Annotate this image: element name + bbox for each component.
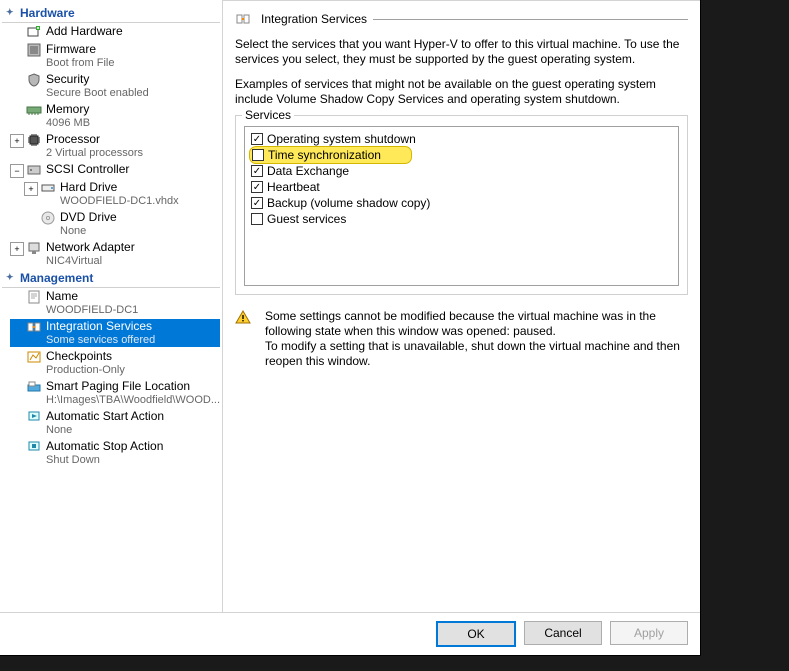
tree-name[interactable]: NameWOODFIELD-DC1 — [10, 289, 220, 317]
service-row-5[interactable]: Guest services — [251, 211, 672, 227]
service-row-2[interactable]: ✓ Data Exchange — [251, 163, 672, 179]
integration-icon — [26, 319, 42, 335]
collapse-scsi[interactable]: − — [10, 164, 24, 178]
desc-2: Examples of services that might not be a… — [235, 77, 688, 107]
service-row-3[interactable]: ✓ Heartbeat — [251, 179, 672, 195]
service-label: Guest services — [267, 212, 346, 226]
tree-processor[interactable]: + Processor2 Virtual processors — [10, 132, 220, 160]
service-row-1[interactable]: Time synchronization — [249, 146, 412, 164]
dvd-icon — [40, 210, 56, 226]
tree-integration-services[interactable]: Integration ServicesSome services offere… — [10, 319, 220, 347]
tree-scsi[interactable]: − SCSI Controller — [10, 162, 220, 178]
service-label: Heartbeat — [267, 180, 320, 194]
tree-smart-paging[interactable]: Smart Paging File LocationH:\Images\TBA\… — [10, 379, 220, 407]
service-checkbox[interactable]: ✓ — [251, 165, 263, 177]
panel-title: Integration Services — [261, 12, 367, 26]
warning-line-1: Some settings cannot be modified because… — [265, 309, 688, 339]
expand-harddrive[interactable]: + — [24, 182, 38, 196]
service-checkbox[interactable]: ✓ — [251, 133, 263, 145]
section-hardware: ✦ Hardware — [2, 4, 220, 23]
add-hardware-icon — [26, 24, 42, 40]
services-list: ✓ Operating system shutdown Time synchroni… — [244, 126, 679, 286]
service-label: Backup (volume shadow copy) — [267, 196, 430, 210]
processor-icon — [26, 132, 42, 148]
services-legend: Services — [242, 108, 294, 122]
auto-start-icon — [26, 409, 42, 425]
tree-firmware[interactable]: FirmwareBoot from File — [10, 42, 220, 70]
name-icon — [26, 289, 42, 305]
service-label: Data Exchange — [267, 164, 349, 178]
service-row-0[interactable]: ✓ Operating system shutdown — [251, 131, 672, 147]
firmware-icon — [26, 42, 42, 58]
ok-button[interactable]: OK — [436, 621, 516, 647]
tree-panel: ✦ Hardware Add Hardware FirmwareBoot fro… — [0, 0, 223, 612]
auto-stop-icon — [26, 439, 42, 455]
service-checkbox[interactable]: ✓ — [251, 181, 263, 193]
tree-auto-stop[interactable]: Automatic Stop ActionShut Down — [10, 439, 220, 467]
network-icon — [26, 240, 42, 256]
service-checkbox[interactable]: ✓ — [251, 197, 263, 209]
warning: Some settings cannot be modified because… — [235, 309, 688, 369]
expand-network[interactable]: + — [10, 242, 24, 256]
tree-hard-drive[interactable]: + Hard DriveWOODFIELD-DC1.vhdx — [24, 180, 220, 208]
button-bar: OK Cancel Apply — [436, 621, 688, 647]
hard-drive-icon — [40, 180, 56, 196]
tree-add-hardware[interactable]: Add Hardware — [10, 24, 220, 40]
scsi-icon — [26, 162, 42, 178]
tree-memory[interactable]: Memory4096 MB — [10, 102, 220, 130]
service-label: Time synchronization — [268, 148, 381, 162]
tree-security[interactable]: SecuritySecure Boot enabled — [10, 72, 220, 100]
apply-button: Apply — [610, 621, 688, 645]
section-management: ✦ Management — [2, 269, 220, 288]
service-row-4[interactable]: ✓ Backup (volume shadow copy) — [251, 195, 672, 211]
services-group: Services ✓Operating system shutdownTime … — [235, 115, 688, 295]
memory-icon — [26, 102, 42, 118]
warning-icon — [235, 309, 251, 325]
security-icon — [26, 72, 42, 88]
expand-processor[interactable]: + — [10, 134, 24, 148]
tree-dvd[interactable]: DVD DriveNone — [24, 210, 220, 238]
settings-window: ✦ Hardware Add Hardware FirmwareBoot fro… — [0, 0, 701, 656]
desc-1: Select the services that you want Hyper-… — [235, 37, 688, 67]
checkpoints-icon — [26, 349, 42, 365]
warning-line-2: To modify a setting that is unavailable,… — [265, 339, 688, 369]
smart-paging-icon — [26, 379, 42, 395]
service-label: Operating system shutdown — [267, 132, 416, 146]
tree-checkpoints[interactable]: CheckpointsProduction-Only — [10, 349, 220, 377]
service-checkbox[interactable] — [252, 149, 264, 161]
service-checkbox[interactable] — [251, 213, 263, 225]
tree-network[interactable]: + Network AdapterNIC4Virtual — [10, 240, 220, 268]
integration-services-icon — [235, 11, 251, 27]
tree-auto-start[interactable]: Automatic Start ActionNone — [10, 409, 220, 437]
cancel-button[interactable]: Cancel — [524, 621, 602, 645]
content-panel: Integration Services Select the services… — [223, 0, 700, 612]
